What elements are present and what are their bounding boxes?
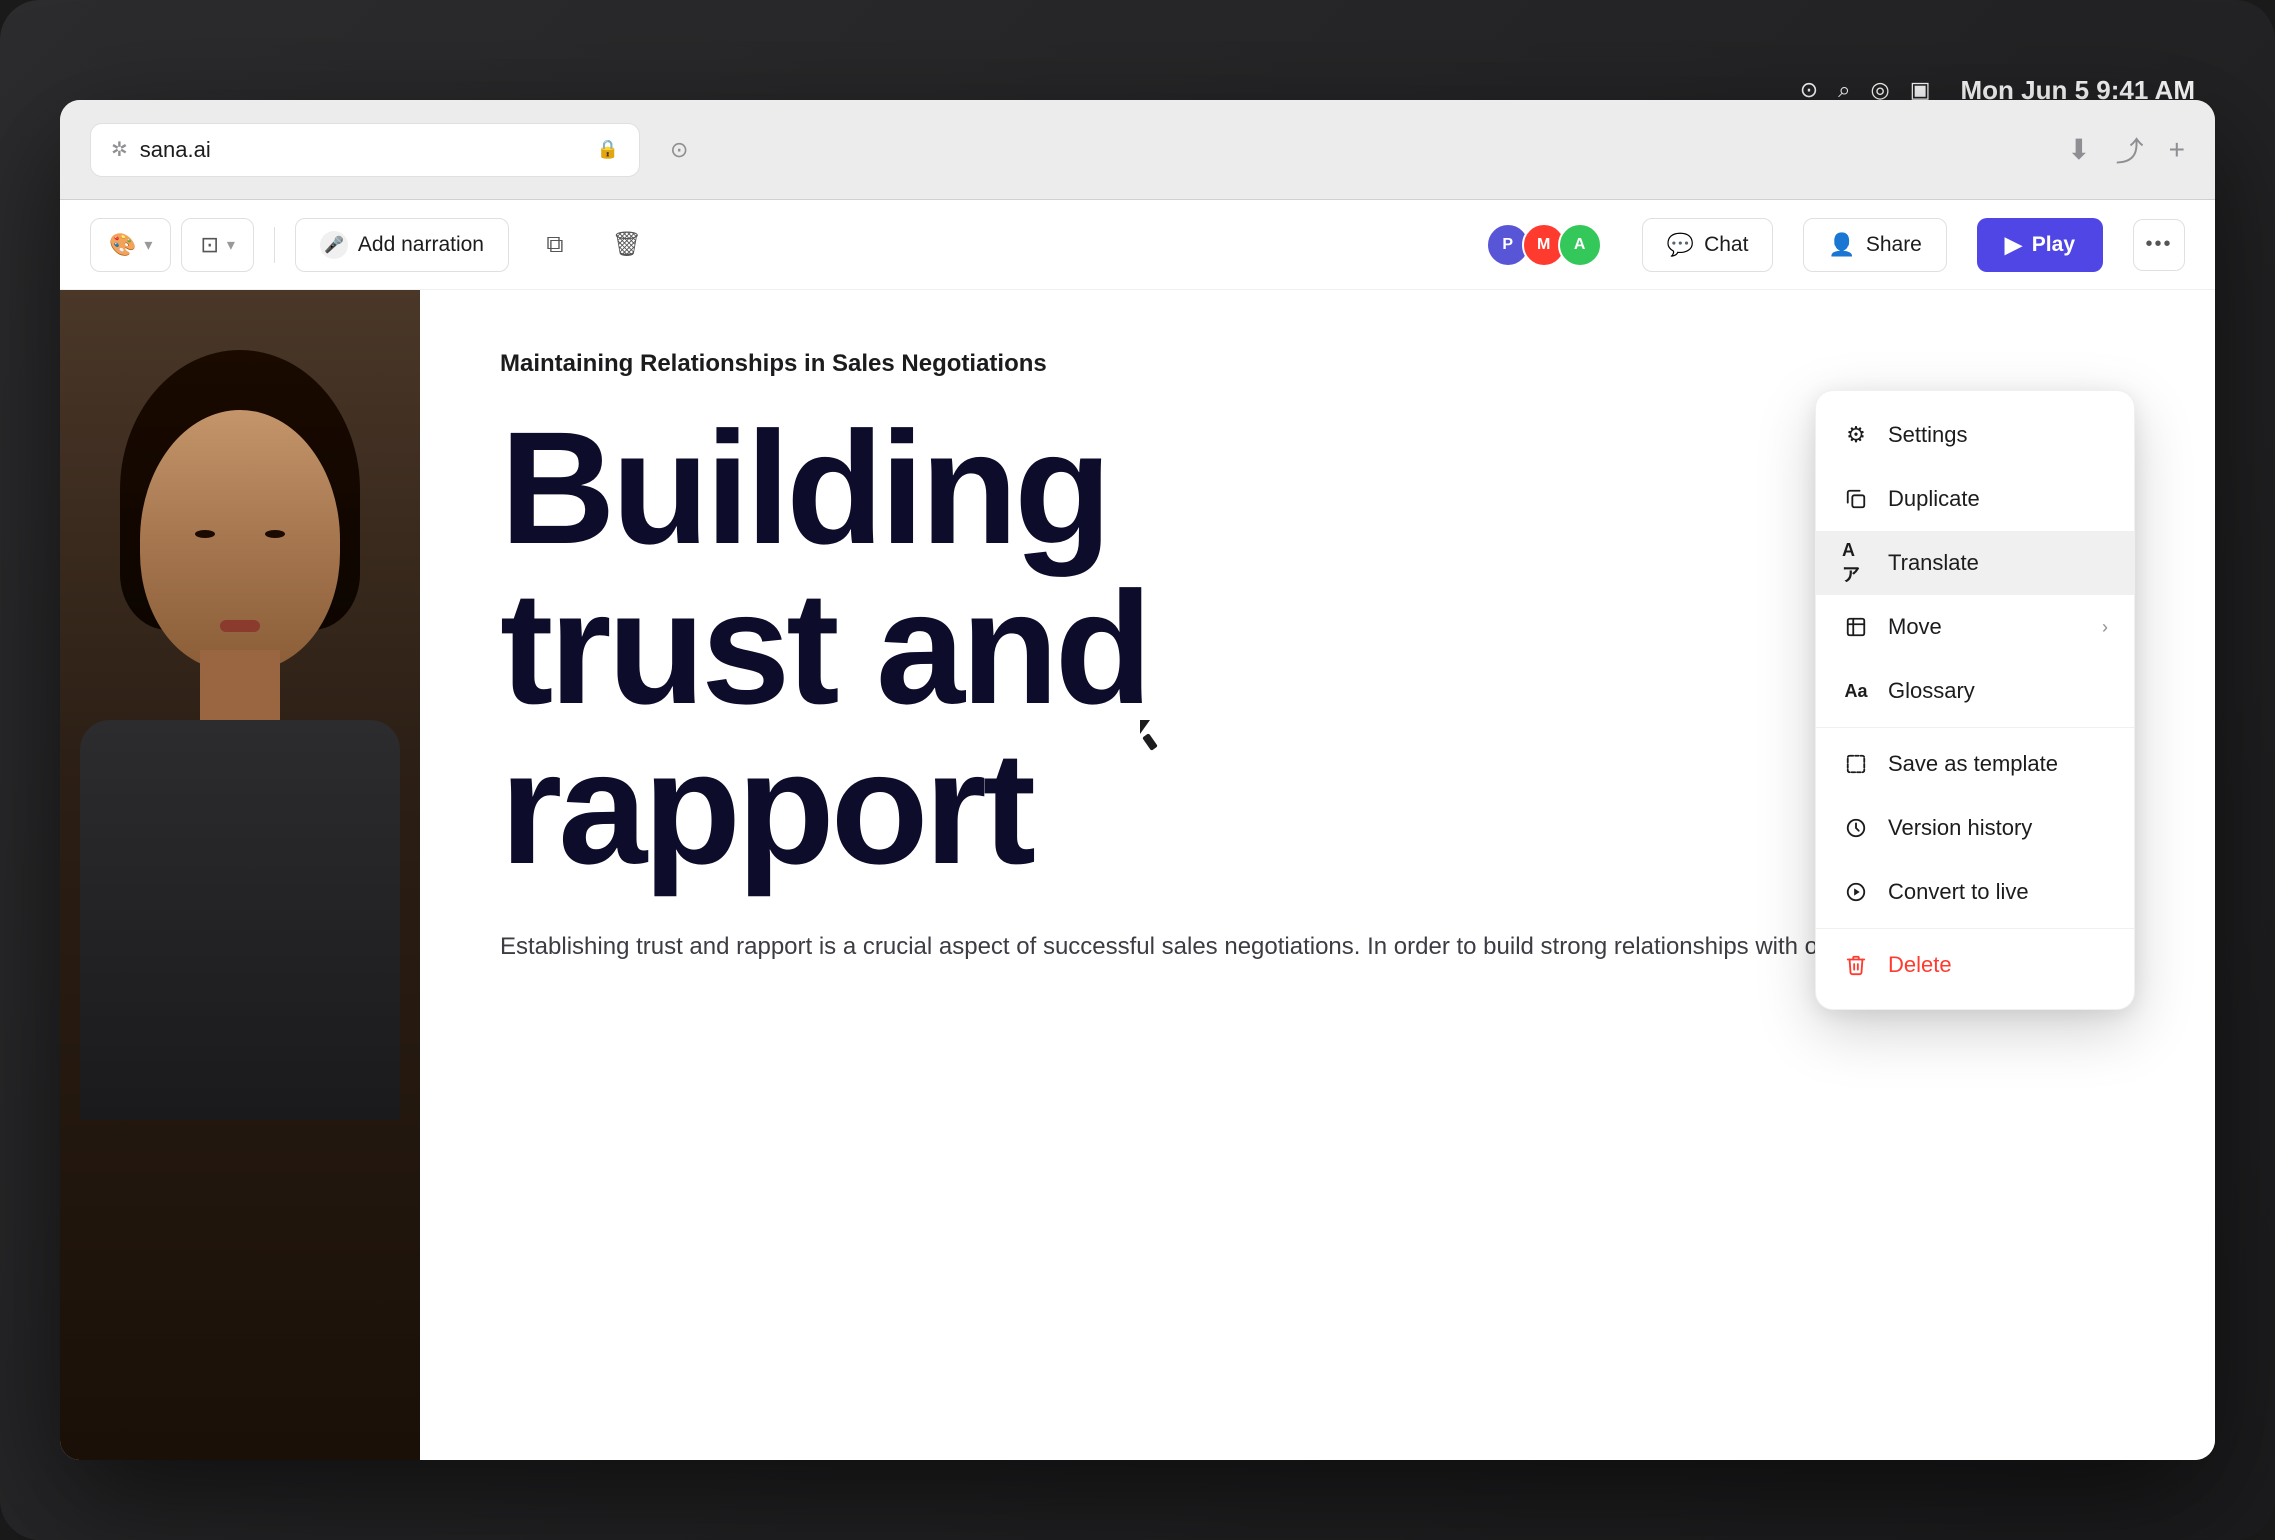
avatar-a[interactable]: A bbox=[1558, 223, 1602, 267]
copy-icon: ⧉ bbox=[546, 231, 563, 259]
play-icon: ▶ bbox=[2005, 232, 2022, 258]
layout-button[interactable]: ⊡ ▾ bbox=[181, 218, 253, 272]
main-content: Maintaining Relationships in Sales Negot… bbox=[60, 290, 2215, 1460]
menu-item-settings[interactable]: ⚙ Settings bbox=[1816, 403, 2134, 467]
layout-icon: ⊡ bbox=[200, 232, 218, 258]
menu-item-convert-live[interactable]: Convert to live bbox=[1816, 860, 2134, 924]
menu-item-save-template[interactable]: Save as template bbox=[1816, 732, 2134, 796]
theme-chevron: ▾ bbox=[144, 235, 152, 255]
play-label: Play bbox=[2032, 233, 2075, 257]
menu-item-duplicate[interactable]: Duplicate bbox=[1816, 467, 2134, 531]
more-icon: ••• bbox=[2145, 233, 2172, 256]
toolbar-divider-1 bbox=[274, 227, 275, 263]
convert-live-label: Convert to live bbox=[1888, 879, 2108, 905]
glossary-label: Glossary bbox=[1888, 678, 2108, 704]
avatar-group: P M A bbox=[1486, 223, 1602, 267]
delete-menu-icon bbox=[1842, 951, 1870, 979]
play-button[interactable]: ▶ Play bbox=[1977, 218, 2103, 272]
duplicate-label: Duplicate bbox=[1888, 486, 2108, 512]
share-label: Share bbox=[1866, 233, 1922, 257]
toolbar-left-group: 🎨 ▾ ⊡ ▾ bbox=[90, 218, 254, 272]
add-narration-label: Add narration bbox=[358, 233, 484, 257]
browser-settings-icon: ✲ bbox=[111, 137, 128, 162]
copy-button[interactable]: ⧉ bbox=[529, 219, 581, 271]
save-template-label: Save as template bbox=[1888, 751, 2108, 777]
browser-actions: ⬇ ⤴ + bbox=[2067, 130, 2185, 170]
more-options-button[interactable]: ••• bbox=[2133, 219, 2185, 271]
narration-icon: 🎤 bbox=[320, 231, 348, 259]
move-label: Move bbox=[1888, 614, 2084, 640]
share-icon: 👤 bbox=[1828, 232, 1855, 258]
menu-item-version-history[interactable]: Version history bbox=[1816, 796, 2134, 860]
translate-label: Translate bbox=[1888, 550, 2108, 576]
share-browser-button[interactable]: ⤴ bbox=[2116, 130, 2144, 170]
dropdown-divider-2 bbox=[1816, 928, 2134, 929]
menu-item-delete[interactable]: Delete bbox=[1816, 933, 2134, 997]
add-narration-button[interactable]: 🎤 Add narration bbox=[295, 218, 509, 272]
version-history-label: Version history bbox=[1888, 815, 2108, 841]
save-template-icon bbox=[1842, 750, 1870, 778]
content-subtitle: Maintaining Relationships in Sales Negot… bbox=[500, 350, 2135, 378]
browser-window: ✲ sana.ai 🔒 ⊙ ⬇ ⤴ + 🎨 ▾ ⊡ ▾ bbox=[60, 100, 2215, 1460]
convert-live-icon bbox=[1842, 878, 1870, 906]
settings-label: Settings bbox=[1888, 422, 2108, 448]
dropdown-divider-1 bbox=[1816, 727, 2134, 728]
settings-icon: ⚙ bbox=[1842, 421, 1870, 449]
device-frame: ⊙ ⌕ ◎ ▣ Mon Jun 5 9:41 AM ✲ sana.ai 🔒 ⊙ … bbox=[0, 0, 2275, 1540]
download-button[interactable]: ⬇ bbox=[2067, 133, 2090, 166]
menu-item-translate[interactable]: Aア Translate bbox=[1816, 531, 2134, 595]
chat-button[interactable]: 💬 Chat bbox=[1642, 218, 1774, 272]
chat-label: Chat bbox=[1704, 233, 1748, 257]
translate-icon: Aア bbox=[1842, 549, 1870, 577]
theme-button[interactable]: 🎨 ▾ bbox=[90, 218, 171, 272]
version-history-icon bbox=[1842, 814, 1870, 842]
menu-item-move[interactable]: Move › bbox=[1816, 595, 2134, 659]
delete-label: Delete bbox=[1888, 952, 2108, 978]
browser-chrome: ✲ sana.ai 🔒 ⊙ ⬇ ⤴ + bbox=[60, 100, 2215, 200]
address-bar[interactable]: ✲ sana.ai 🔒 bbox=[90, 123, 640, 177]
address-text: sana.ai bbox=[140, 137, 585, 163]
address-bar-menu-icon[interactable]: ⊙ bbox=[670, 137, 688, 163]
dropdown-menu: ⚙ Settings Duplicate Aア Translate bbox=[1815, 390, 2135, 1010]
delete-icon: 🗑 bbox=[612, 230, 642, 259]
new-tab-button[interactable]: + bbox=[2169, 134, 2185, 166]
left-panel bbox=[60, 290, 420, 1460]
lock-icon: 🔒 bbox=[597, 139, 619, 160]
move-icon bbox=[1842, 613, 1870, 641]
delete-button[interactable]: 🗑 bbox=[601, 219, 653, 271]
app-toolbar: 🎨 ▾ ⊡ ▾ 🎤 Add narration ⧉ 🗑 P bbox=[60, 200, 2215, 290]
duplicate-icon bbox=[1842, 485, 1870, 513]
menu-item-glossary[interactable]: Aa Glossary bbox=[1816, 659, 2134, 723]
theme-icon: 🎨 bbox=[109, 232, 136, 258]
chat-icon: 💬 bbox=[1667, 232, 1694, 258]
glossary-icon: Aa bbox=[1842, 677, 1870, 705]
move-chevron-icon: › bbox=[2102, 617, 2108, 638]
share-button[interactable]: 👤 Share bbox=[1803, 218, 1946, 272]
layout-chevron: ▾ bbox=[227, 235, 235, 255]
person-image bbox=[60, 290, 420, 1460]
